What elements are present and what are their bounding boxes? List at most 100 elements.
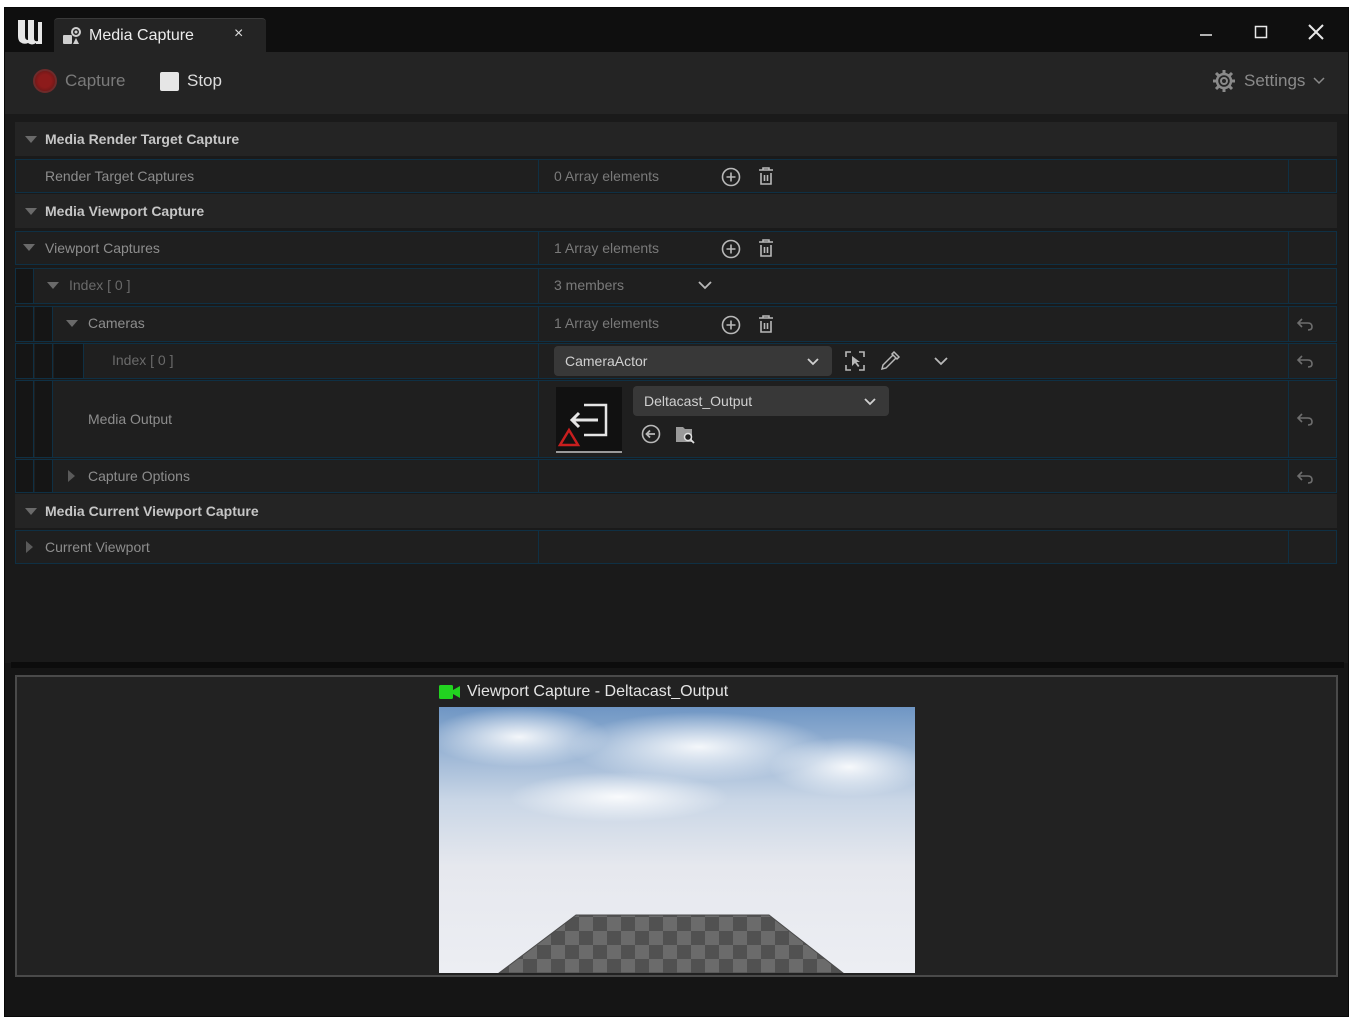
value-cell: CameraActor bbox=[538, 344, 1288, 378]
trash-icon[interactable] bbox=[755, 237, 777, 259]
array-count: 1 Array elements bbox=[554, 315, 660, 331]
media-output-dropdown[interactable]: Deltacast_Output bbox=[633, 386, 889, 416]
gear-icon bbox=[1213, 70, 1235, 92]
minimize-icon bbox=[1200, 34, 1212, 36]
dropdown-value: Deltacast_Output bbox=[644, 393, 753, 409]
indent-guide bbox=[16, 307, 34, 341]
category-media-current-viewport-capture[interactable]: Media Current Viewport Capture bbox=[15, 494, 1337, 528]
expand-arrow-icon[interactable] bbox=[66, 320, 78, 327]
media-capture-icon bbox=[63, 27, 81, 44]
property-label: Capture Options bbox=[88, 468, 190, 484]
value-cell: 1 Array elements bbox=[538, 232, 1288, 264]
tab-media-capture[interactable]: Media Capture × bbox=[54, 18, 266, 52]
media-output-asset-icon bbox=[557, 403, 608, 447]
browse-folder-icon[interactable] bbox=[674, 423, 696, 445]
trash-icon[interactable] bbox=[755, 313, 777, 335]
eyedropper-icon[interactable] bbox=[879, 350, 901, 372]
indent-guide bbox=[16, 344, 34, 378]
property-current-viewport: Current Viewport bbox=[15, 530, 1337, 564]
stop-icon bbox=[160, 71, 179, 91]
name-cell: Capture Options bbox=[16, 460, 538, 492]
category-media-render-target-capture[interactable]: Media Render Target Capture bbox=[15, 122, 1337, 156]
chevron-down-icon bbox=[1313, 77, 1325, 85]
reset-to-default-icon[interactable] bbox=[1296, 315, 1314, 333]
category-label: Media Viewport Capture bbox=[45, 203, 205, 219]
reset-to-default-icon[interactable] bbox=[1296, 352, 1314, 370]
record-icon bbox=[33, 69, 57, 93]
use-selected-asset-icon[interactable] bbox=[640, 423, 662, 445]
value-cell: Deltacast_Output bbox=[538, 381, 1288, 457]
panel-splitter[interactable] bbox=[11, 662, 1344, 668]
maximize-icon bbox=[1254, 25, 1268, 39]
category-label: Media Current Viewport Capture bbox=[45, 503, 259, 519]
stop-button[interactable]: Stop bbox=[160, 67, 222, 95]
property-capture-options: Capture Options bbox=[15, 459, 1337, 493]
dropdown-value: CameraActor bbox=[565, 353, 648, 369]
indent-guide bbox=[16, 460, 34, 492]
reset-cell bbox=[1288, 269, 1318, 303]
collapsed-arrow-icon[interactable] bbox=[68, 470, 75, 482]
title-bar: Media Capture × bbox=[5, 8, 1348, 52]
stop-label: Stop bbox=[187, 71, 222, 90]
reset-cell bbox=[1288, 232, 1318, 264]
close-icon bbox=[1308, 24, 1324, 40]
preview-title: Viewport Capture - Deltacast_Output bbox=[439, 683, 728, 701]
indent-guide bbox=[16, 381, 34, 457]
maximize-button[interactable] bbox=[1243, 18, 1279, 44]
settings-button[interactable]: Settings bbox=[1212, 67, 1325, 95]
members-count: 3 members bbox=[554, 277, 625, 293]
capture-button[interactable]: Capture bbox=[33, 67, 125, 95]
value-cell bbox=[538, 460, 1288, 492]
indent-guide bbox=[35, 307, 53, 341]
collapsed-arrow-icon[interactable] bbox=[26, 541, 33, 553]
indent-guide bbox=[35, 381, 53, 457]
name-cell: Cameras bbox=[16, 307, 538, 341]
name-cell: Media Output bbox=[16, 381, 538, 457]
chevron-down-icon[interactable] bbox=[697, 277, 713, 293]
media-output-thumbnail[interactable] bbox=[556, 387, 622, 453]
name-cell: Render Target Captures bbox=[16, 160, 538, 192]
value-cell: 3 members bbox=[538, 269, 1288, 303]
property-label: Index [ 0 ] bbox=[69, 277, 131, 293]
property-render-target-captures: Render Target Captures 0 Array elements bbox=[15, 159, 1337, 193]
reset-cell bbox=[1288, 531, 1318, 563]
media-capture-window: Media Capture × Capture Stop Settings Me… bbox=[4, 7, 1349, 1017]
tab-close-button[interactable]: × bbox=[234, 25, 243, 43]
toolbar: Capture Stop Settings bbox=[5, 52, 1348, 114]
name-cell: Current Viewport bbox=[16, 531, 538, 563]
category-media-viewport-capture[interactable]: Media Viewport Capture bbox=[15, 194, 1337, 228]
expand-arrow-icon[interactable] bbox=[23, 244, 35, 251]
expand-arrow-icon bbox=[25, 508, 37, 515]
expand-arrow-icon[interactable] bbox=[47, 282, 59, 289]
reset-to-default-icon[interactable] bbox=[1296, 410, 1314, 428]
value-cell bbox=[538, 531, 1288, 563]
category-label: Media Render Target Capture bbox=[45, 131, 240, 147]
indent-guide bbox=[35, 344, 53, 378]
camera-actor-dropdown[interactable]: CameraActor bbox=[554, 346, 832, 376]
chevron-down-icon[interactable] bbox=[933, 353, 949, 369]
indent-guide bbox=[35, 460, 53, 492]
reset-cell bbox=[1288, 381, 1318, 457]
property-viewport-captures: Viewport Captures 1 Array elements bbox=[15, 231, 1337, 265]
add-element-icon[interactable] bbox=[720, 166, 742, 188]
reset-cell bbox=[1288, 160, 1318, 192]
minimize-button[interactable] bbox=[1188, 18, 1224, 44]
property-label: Viewport Captures bbox=[45, 240, 160, 256]
trash-icon[interactable] bbox=[755, 165, 777, 187]
reset-to-default-icon[interactable] bbox=[1296, 468, 1314, 486]
property-label: Render Target Captures bbox=[45, 168, 195, 184]
property-cameras: Cameras 1 Array elements bbox=[15, 306, 1337, 342]
close-window-button[interactable] bbox=[1298, 18, 1334, 44]
select-actor-icon[interactable] bbox=[844, 350, 866, 372]
chevron-down-icon bbox=[864, 398, 876, 406]
property-label: Current Viewport bbox=[45, 539, 150, 555]
value-cell: 1 Array elements bbox=[538, 307, 1288, 341]
reset-cell bbox=[1288, 344, 1318, 378]
name-cell: Index [ 0 ] bbox=[16, 344, 538, 378]
video-camera-icon bbox=[439, 685, 460, 699]
property-label: Cameras bbox=[88, 315, 145, 331]
add-element-icon[interactable] bbox=[720, 238, 742, 260]
add-element-icon[interactable] bbox=[720, 314, 742, 336]
preview-title-text: Viewport Capture - Deltacast_Output bbox=[467, 683, 729, 700]
array-count: 1 Array elements bbox=[554, 240, 660, 256]
